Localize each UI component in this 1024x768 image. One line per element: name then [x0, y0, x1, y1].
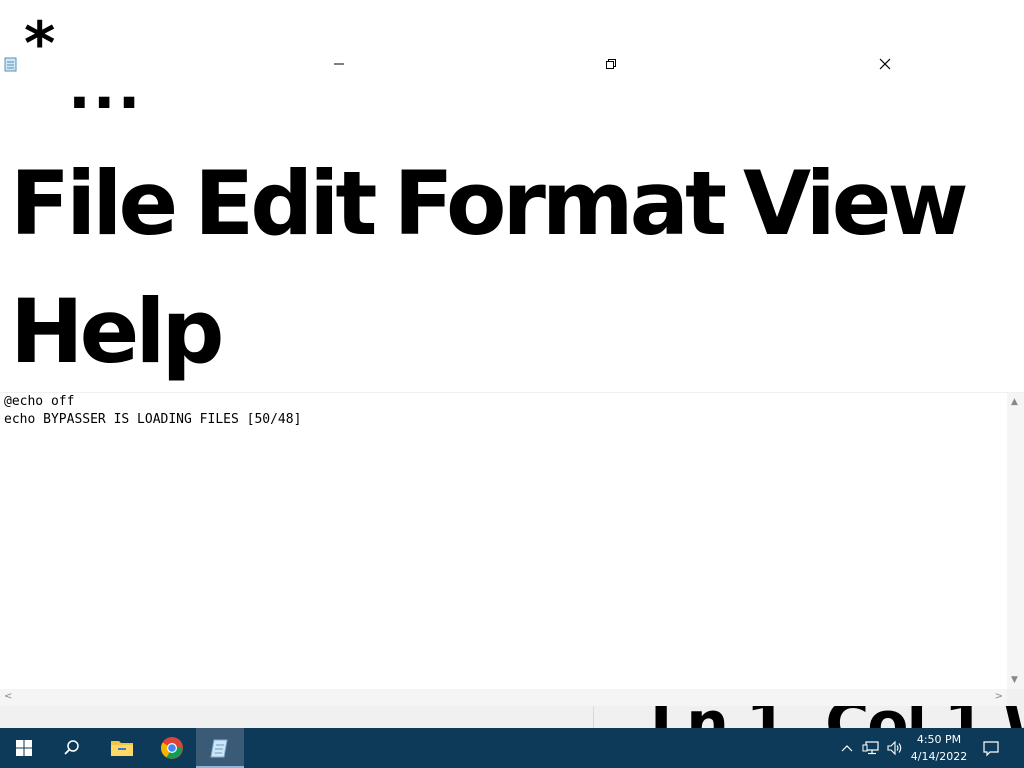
system-clock[interactable]: 4:50 PM 4/14/2022 — [908, 731, 970, 765]
menu-view[interactable]: View — [743, 140, 969, 268]
restore-icon — [606, 59, 616, 69]
show-hidden-icons-button[interactable] — [838, 728, 856, 768]
menu-bar: File Edit Format ViewHelp — [0, 140, 1000, 390]
vertical-scrollbar[interactable]: ▲ ▼ — [1007, 393, 1024, 689]
minimize-icon — [334, 63, 344, 65]
scroll-left-icon[interactable]: < — [4, 691, 12, 702]
file-explorer-button[interactable] — [98, 728, 146, 768]
menu-help[interactable]: Help — [10, 268, 224, 396]
start-button[interactable] — [0, 728, 48, 768]
close-button[interactable] — [871, 50, 899, 78]
status-bar: Ln 1, Col 1 Windows (CRLF) — [0, 706, 1024, 728]
volume-icon — [887, 740, 902, 756]
notepad-icon — [210, 739, 228, 758]
menu-file[interactable]: File — [10, 140, 178, 268]
notepad-icon — [3, 57, 18, 72]
chrome-icon — [161, 737, 183, 759]
close-icon — [879, 58, 891, 70]
clock-time: 4:50 PM — [916, 733, 962, 746]
restore-button[interactable] — [597, 50, 625, 78]
unsaved-indicator: * — [24, 9, 57, 79]
editor-line: @echo off — [4, 394, 75, 409]
text-editor[interactable]: @echo off echo BYPASSER IS LOADING FILES … — [4, 393, 1004, 689]
start-icon — [16, 740, 32, 756]
menu-format[interactable]: Format — [393, 140, 727, 268]
scrollbar-corner — [1007, 689, 1024, 706]
search-button[interactable] — [48, 728, 96, 768]
scroll-right-icon[interactable]: > — [995, 691, 1003, 702]
volume-button[interactable] — [884, 728, 906, 768]
network-icon — [862, 741, 879, 755]
chevron-up-icon — [841, 745, 853, 752]
network-button[interactable] — [860, 728, 882, 768]
status-text: Ln 1, Col 1 Windows (CRLF) — [650, 706, 1024, 728]
window-title: * ... — [24, 9, 140, 118]
chrome-button[interactable] — [148, 728, 196, 768]
status-divider — [593, 706, 594, 728]
notepad-taskbar-button[interactable] — [196, 728, 244, 768]
search-icon — [64, 740, 79, 755]
notification-icon — [983, 741, 999, 757]
minimize-button[interactable] — [325, 50, 353, 78]
title-ellipsis: ... — [68, 53, 143, 123]
title-bar[interactable]: * ... — [0, 0, 1024, 130]
taskbar: 4:50 PM 4/14/2022 — [0, 728, 1024, 768]
editor-area: @echo off echo BYPASSER IS LOADING FILES … — [0, 392, 1024, 707]
menu-edit[interactable]: Edit — [194, 140, 377, 268]
file-explorer-icon — [111, 741, 133, 756]
horizontal-scrollbar[interactable]: < > — [0, 689, 1007, 706]
clock-date: 4/14/2022 — [910, 750, 968, 763]
scroll-up-icon[interactable]: ▲ — [1011, 397, 1018, 407]
scroll-down-icon[interactable]: ▼ — [1011, 675, 1018, 685]
action-center-button[interactable] — [980, 728, 1002, 768]
editor-line: echo BYPASSER IS LOADING FILES [50/48] — [4, 412, 302, 427]
